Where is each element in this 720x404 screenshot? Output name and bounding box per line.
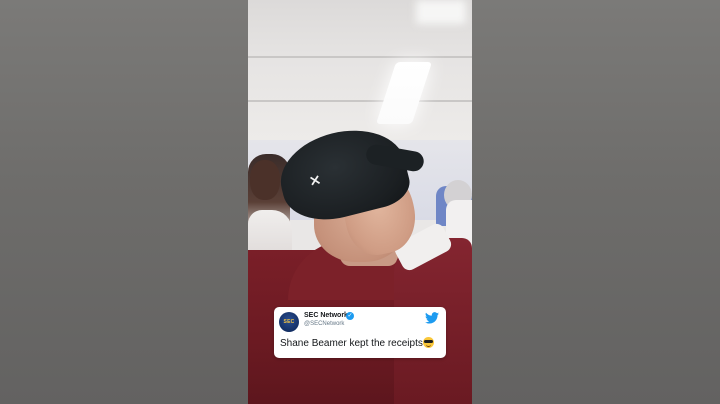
tweet-text: Shane Beamer kept the receipts	[280, 338, 423, 349]
blurred-right-panel	[472, 0, 720, 404]
ceiling-seam	[248, 100, 472, 102]
tweet-display-name[interactable]: SEC Network	[304, 312, 348, 319]
left-person-head	[250, 160, 280, 200]
tweet-handle[interactable]: @SECNetwork	[304, 321, 344, 327]
blurred-left-panel	[0, 0, 248, 404]
under-armour-logo: ⨯	[306, 169, 324, 191]
avatar[interactable]: SEC	[279, 312, 299, 332]
twitter-bird-icon	[425, 312, 439, 324]
verified-badge-icon: ✓	[346, 312, 354, 320]
shorts-player-frame: ⨯ SEC SEC Network ✓ @SECNetwork Shane Be…	[0, 0, 720, 404]
ceiling-seam	[248, 56, 472, 58]
sunglasses-emoji-icon	[423, 337, 434, 348]
tweet-card[interactable]: SEC SEC Network ✓ @SECNetwork Shane Beam…	[274, 307, 446, 358]
avatar-text: SEC	[283, 319, 295, 325]
ceiling-light-glow	[416, 0, 466, 24]
